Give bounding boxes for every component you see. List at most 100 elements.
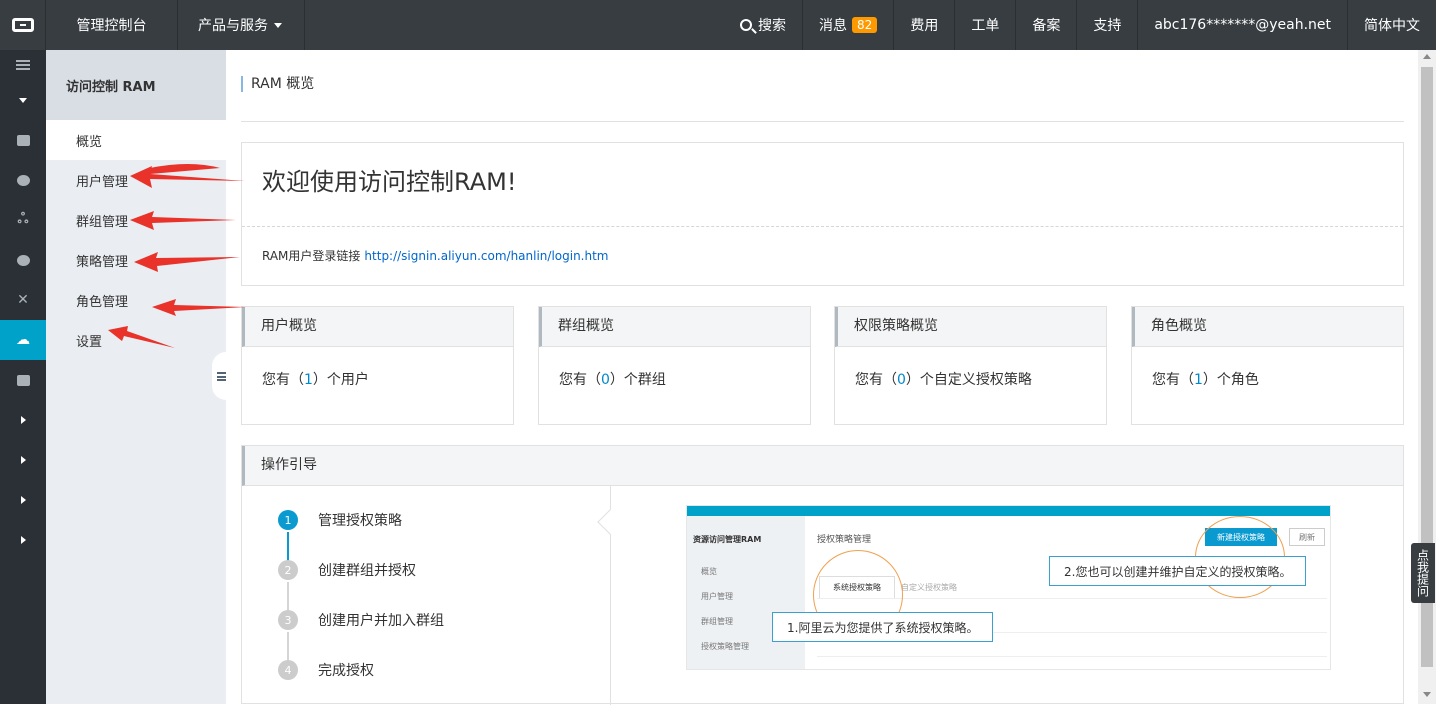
sidebar-item-groups[interactable]: 群组管理 [46, 200, 226, 240]
expand-right-icon-3[interactable] [0, 480, 46, 520]
menu-toggle-icon[interactable] [0, 50, 46, 80]
sidebar-item-policies[interactable]: 策略管理 [46, 240, 226, 280]
ask-question-button[interactable]: 点我提问 [1411, 543, 1435, 603]
card-body: 您有（0）个群组 [539, 347, 810, 389]
layers-icon[interactable] [0, 360, 46, 400]
language-menu[interactable]: 简体中文 [1347, 0, 1436, 50]
callout-system-policy: 1.阿里云为您提供了系统授权策略。 [772, 612, 994, 642]
guide-step-1[interactable]: 1 管理授权策略 [278, 510, 402, 530]
scroll-up-icon[interactable] [1423, 54, 1431, 59]
ram-cloud-icon[interactable]: ☁ [0, 320, 46, 360]
card-text: 您有（ [855, 372, 897, 388]
page-scrollbar[interactable] [1418, 50, 1436, 704]
step-number: 4 [278, 660, 298, 680]
guide-step-2[interactable]: 2 创建群组并授权 [278, 560, 416, 580]
step-connector [287, 532, 289, 562]
welcome-panel: 欢迎使用访问控制RAM! RAM用户登录链接 http://signin.aliy… [241, 142, 1404, 286]
login-link-label: RAM用户登录链接 [262, 249, 361, 263]
guide-step-3[interactable]: 3 创建用户并加入群组 [278, 610, 444, 630]
step-number: 2 [278, 560, 298, 580]
group-count[interactable]: 0 [601, 372, 610, 388]
cloud-upload-icon[interactable] [0, 240, 46, 280]
login-url-link[interactable]: http://signin.aliyun.com/hanlin/login.ht… [364, 249, 608, 263]
billing-link[interactable]: 费用 [893, 0, 954, 50]
illustration-header [687, 506, 1330, 516]
step-number: 1 [278, 510, 298, 530]
role-count[interactable]: 1 [1194, 372, 1203, 388]
card-body: 您有（1）个角色 [1132, 347, 1403, 389]
illustration-tab-other: 自定义授权策略 [901, 582, 957, 592]
guide-illustration: 资源访问管理RAM 概览 用户管理 群组管理 授权策略管理 授权策略管理 新建授… [686, 505, 1331, 670]
card-body: 您有（1）个用户 [242, 347, 513, 389]
expand-right-icon-4[interactable] [0, 520, 46, 560]
card-title: 权限策略概览 [835, 307, 1106, 347]
icp-link[interactable]: 备案 [1015, 0, 1076, 50]
role-overview-card: 角色概览 您有（1）个角色 [1131, 306, 1404, 425]
sidebar-item-settings[interactable]: 设置 [46, 320, 226, 360]
step-label: 完成授权 [318, 663, 374, 679]
guide-step-4[interactable]: 4 完成授权 [278, 660, 374, 680]
collapse-icon [217, 371, 226, 381]
step-connector [287, 582, 289, 612]
step-connector [287, 632, 289, 662]
sidebar-item-overview[interactable]: 概览 [46, 120, 226, 160]
search-button[interactable]: 搜索 [724, 0, 802, 50]
card-text: ）个自定义授权策略 [905, 372, 1032, 388]
card-text: ）个角色 [1202, 372, 1259, 388]
search-label: 搜索 [758, 18, 787, 34]
card-text: 您有（ [1152, 372, 1194, 388]
top-navbar: 管理控制台 产品与服务 搜索 消息 82 费用 工单 备案 支持 abc176**… [0, 0, 1436, 50]
welcome-title: 欢迎使用访问控制RAM! [242, 143, 1403, 227]
illustration-side-title: 资源访问管理RAM [693, 535, 762, 544]
policy-overview-card: 权限策略概览 您有（0）个自定义授权策略 [834, 306, 1107, 425]
card-text: ）个群组 [609, 372, 666, 388]
illustration-sidebar: 资源访问管理RAM 概览 用户管理 群组管理 授权策略管理 [687, 516, 805, 669]
step-label: 创建用户并加入群组 [318, 613, 444, 629]
card-title: 角色概览 [1132, 307, 1403, 347]
card-title: 群组概览 [539, 307, 810, 347]
products-menu[interactable]: 产品与服务 [178, 0, 305, 50]
step-number: 3 [278, 610, 298, 630]
expand-right-icon-1[interactable] [0, 400, 46, 440]
messages-button[interactable]: 消息 82 [802, 0, 893, 50]
card-text: 您有（ [559, 372, 601, 388]
policy-count[interactable]: 0 [897, 372, 906, 388]
console-home-link[interactable]: 管理控制台 [46, 0, 178, 50]
sidebar-item-users[interactable]: 用户管理 [46, 160, 226, 200]
tickets-link[interactable]: 工单 [954, 0, 1015, 50]
group-overview-card: 群组概览 您有（0）个群组 [538, 306, 811, 425]
card-title: 用户概览 [242, 307, 513, 347]
search-icon [740, 19, 753, 31]
collapse-caret-icon[interactable] [0, 80, 46, 120]
database-icon[interactable] [0, 160, 46, 200]
sidebar-collapse-handle[interactable] [212, 352, 226, 400]
illustration-page-title: 授权策略管理 [817, 535, 872, 545]
step-label: 管理授权策略 [318, 513, 402, 529]
expand-right-icon-2[interactable] [0, 440, 46, 480]
user-count[interactable]: 1 [304, 372, 313, 388]
sidebar-item-roles[interactable]: 角色管理 [46, 280, 226, 320]
scroll-down-icon[interactable] [1423, 692, 1431, 697]
card-text: ）个用户 [312, 372, 369, 388]
sidebar-title: 访问控制 RAM [46, 50, 226, 120]
card-body: 您有（0）个自定义授权策略 [835, 347, 1106, 389]
guide-title: 操作引导 [242, 446, 1403, 486]
aliyun-logo-icon[interactable] [0, 0, 46, 50]
card-text: 您有（ [262, 372, 304, 388]
illustration-row-line [817, 656, 1327, 657]
cross-icon[interactable]: ✕ [0, 280, 46, 320]
network-icon[interactable]: ஃ [0, 200, 46, 240]
divider [241, 121, 1404, 122]
main-content: RAM 概览 欢迎使用访问控制RAM! RAM用户登录链接 http://sign… [226, 50, 1418, 705]
message-count-badge: 82 [852, 17, 878, 33]
server-icon[interactable] [0, 120, 46, 160]
chevron-down-icon [274, 22, 282, 28]
icon-rail: ஃ ✕ ☁ [0, 50, 46, 704]
messages-label: 消息 [819, 18, 848, 34]
illustration-side-item: 用户管理 [701, 592, 733, 601]
support-link[interactable]: 支持 [1076, 0, 1137, 50]
products-label: 产品与服务 [198, 18, 268, 34]
account-menu[interactable]: abc176*******@yeah.net [1137, 0, 1347, 50]
callout-custom-policy: 2.您也可以创建并维护自定义的授权策略。 [1049, 556, 1307, 586]
illustration-side-item: 概览 [701, 567, 717, 576]
